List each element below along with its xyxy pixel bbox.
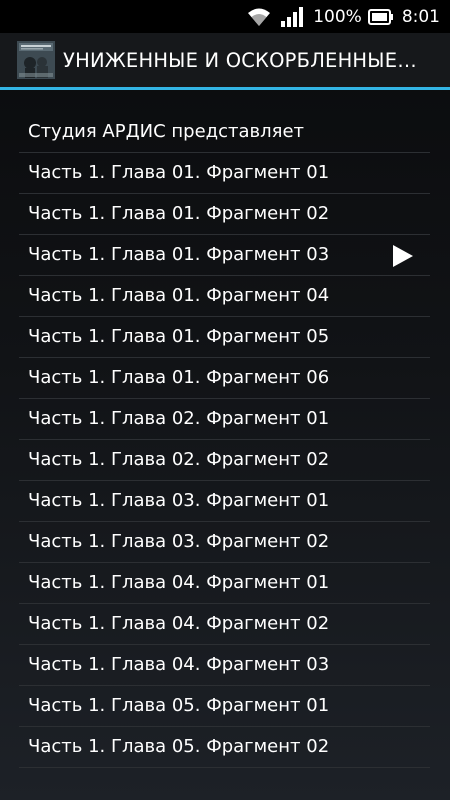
list-item-label: Часть 1. Глава 05. Фрагмент 01 (28, 695, 330, 716)
fragment-list: Студия АРДИС представляет Часть 1. Глава … (19, 112, 430, 780)
list-item-label: Часть 1. Глава 01. Фрагмент 01 (28, 162, 330, 183)
list-item[interactable]: Часть 1. Глава 01. Фрагмент 05 (19, 317, 430, 358)
list-item-label: Часть 1. Глава 02. Фрагмент 02 (28, 449, 330, 470)
signal-icon (281, 6, 304, 27)
battery-percent: 100% (313, 6, 362, 27)
action-bar: УНИЖЕННЫЕ И ОСКОРБЛЕННЫЕ… (0, 33, 450, 90)
list-item[interactable]: Часть 1. Глава 01. Фрагмент 04 (19, 276, 430, 317)
clock: 8:01 (401, 6, 440, 27)
app-title: УНИЖЕННЫЕ И ОСКОРБЛЕННЫЕ… (63, 48, 417, 72)
list-item-label: Часть 1. Глава 03. Фрагмент 02 (28, 531, 330, 552)
list-item-label: Часть 1. Глава 01. Фрагмент 06 (28, 367, 330, 388)
list-item[interactable]: Часть 1. Глава 04. Фрагмент 02 (19, 604, 430, 645)
list-item[interactable]: Часть 1. Глава 01. Фрагмент 01 (19, 153, 430, 194)
list-item-label: Часть 1. Глава 06. Фрагмент 01 (28, 777, 329, 780)
list-item[interactable]: Часть 1. Глава 05. Фрагмент 02 (19, 727, 430, 768)
list-item-label: Часть 1. Глава 03. Фрагмент 01 (28, 490, 330, 511)
list-item[interactable]: Часть 1. Глава 01. Фрагмент 02 (19, 194, 430, 235)
list-item-label: Часть 1. Глава 01. Фрагмент 03 (28, 244, 330, 265)
list-item-label: Часть 1. Глава 04. Фрагмент 02 (28, 613, 330, 634)
list-item[interactable]: Часть 1. Глава 02. Фрагмент 02 (19, 440, 430, 481)
list-item-label: Часть 1. Глава 01. Фрагмент 05 (28, 326, 330, 347)
list-item-label: Часть 1. Глава 04. Фрагмент 03 (28, 654, 330, 675)
battery-icon (367, 8, 394, 25)
list-item[interactable]: Часть 1. Глава 03. Фрагмент 01 (19, 481, 430, 522)
list-item[interactable]: Часть 1. Глава 01. Фрагмент 06 (19, 358, 430, 399)
list-item-label: Часть 1. Глава 01. Фрагмент 02 (28, 203, 330, 224)
list-item-label: Студия АРДИС представляет (28, 121, 305, 142)
list-item-label: Часть 1. Глава 01. Фрагмент 04 (28, 285, 330, 306)
status-bar: 100% 8:01 (0, 0, 450, 33)
list-item[interactable]: Часть 1. Глава 01. Фрагмент 03 (19, 235, 430, 276)
list-item[interactable]: Часть 1. Глава 03. Фрагмент 02 (19, 522, 430, 563)
list-item-label: Часть 1. Глава 05. Фрагмент 02 (28, 736, 330, 757)
wifi-icon (247, 7, 271, 27)
list-item[interactable]: Часть 1. Глава 04. Фрагмент 01 (19, 563, 430, 604)
app-icon[interactable] (17, 41, 55, 79)
list-item[interactable]: Часть 1. Глава 06. Фрагмент 01 (19, 768, 430, 780)
list-item-label: Часть 1. Глава 02. Фрагмент 01 (28, 408, 330, 429)
list-item[interactable]: Часть 1. Глава 02. Фрагмент 01 (19, 399, 430, 440)
list-item[interactable]: Часть 1. Глава 05. Фрагмент 01 (19, 686, 430, 727)
screen: 100% 8:01 УНИЖЕННЫЕ И ОСКОРБЛЕННЫЕ… Студ… (0, 0, 450, 800)
play-icon[interactable] (391, 245, 413, 267)
list-item[interactable]: Студия АРДИС представляет (19, 112, 430, 153)
list-item[interactable]: Часть 1. Глава 04. Фрагмент 03 (19, 645, 430, 686)
list-item-label: Часть 1. Глава 04. Фрагмент 01 (28, 572, 330, 593)
